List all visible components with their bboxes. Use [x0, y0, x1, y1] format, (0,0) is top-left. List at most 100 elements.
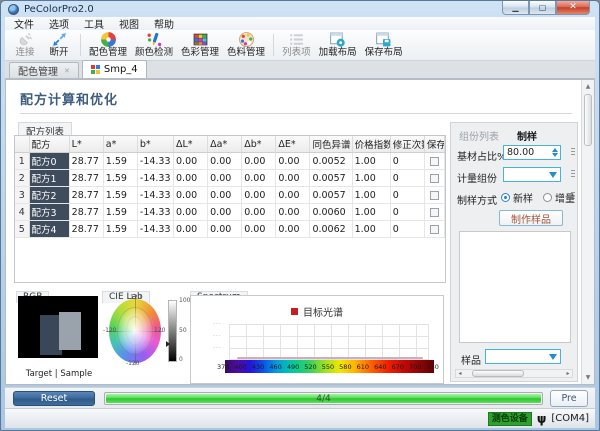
wavelength-tick-label: 730: [426, 363, 438, 371]
cell-corrections: 0: [390, 221, 424, 238]
toolbar-button-label: 色料管理: [227, 48, 265, 58]
lightness-tick-100: 100: [179, 297, 190, 304]
wavelength-tick-label: 520: [304, 363, 316, 371]
component-label: 计量组份: [457, 170, 497, 185]
tab-component-list[interactable]: 组份列表: [459, 128, 499, 143]
recipe-name-cell[interactable]: 配方2: [29, 187, 69, 204]
radio-label: 新样: [513, 190, 533, 205]
make-sample-button[interactable]: 制作样品: [499, 210, 563, 226]
clipped-text-fragment: [571, 192, 575, 200]
tab-color-match[interactable]: 配色管理✕: [9, 62, 79, 78]
cell-corrections: 0: [390, 153, 424, 170]
wavelength-tick-label: 610: [357, 363, 369, 371]
toolbar-button-color-manage[interactable]: 色彩管理: [177, 31, 223, 59]
menu-item-4[interactable]: 帮助: [154, 16, 174, 31]
recipe-name-cell[interactable]: 配方4: [29, 221, 69, 238]
toolbar-button-pigment-manage[interactable]: 色料管理: [223, 31, 269, 59]
toolbar-button-save-layout[interactable]: 保存布局: [361, 31, 407, 59]
save-layout-icon: [375, 31, 392, 48]
cell-price: 1.00: [352, 187, 390, 204]
palette-icon: [238, 31, 255, 48]
header-8: 同色异谱: [310, 136, 352, 153]
cell-a: 1.59: [103, 204, 137, 221]
cell-b: -14.33: [137, 153, 173, 170]
toolbar-button-color-detect[interactable]: 颜色检测: [131, 31, 177, 59]
save-checkbox[interactable]: [430, 225, 439, 234]
mode-radio-0[interactable]: 新样: [501, 190, 533, 205]
recipe-name-cell[interactable]: 配方0: [29, 153, 69, 170]
menu-item-0[interactable]: 文件: [14, 16, 34, 31]
reset-button[interactable]: Reset: [13, 391, 95, 406]
horizontal-scrollbar[interactable]: ◂ ▸: [455, 369, 573, 378]
header-3: b*: [137, 136, 173, 153]
cell-dE: 0.00: [276, 170, 310, 187]
legend-label: 目标光谱: [303, 304, 343, 319]
scrollbar-thumb[interactable]: [472, 370, 524, 377]
save-checkbox[interactable]: [430, 208, 439, 217]
recipe-table: 配方L*a*b*ΔL*Δa*Δb*ΔE*同色异谱价格指数修正次数保存1配方028…: [14, 135, 446, 283]
table-row[interactable]: 2配方128.771.59-14.330.000.000.000.000.005…: [15, 170, 445, 187]
table-row[interactable]: 4配方328.771.59-14.330.000.000.000.000.006…: [15, 204, 445, 221]
legend-marker-icon: [291, 308, 298, 315]
menu-item-3[interactable]: 视图: [119, 16, 139, 31]
spinner-arrows-icon[interactable]: [552, 148, 560, 157]
menu-item-2[interactable]: 工具: [84, 16, 104, 31]
toolbar-button-label: 列表项: [282, 48, 311, 58]
vertical-scrollbar[interactable]: ▲ ▼: [581, 80, 594, 384]
cell-da: 0.00: [208, 153, 242, 170]
cell-metamerism: 0.0057: [310, 170, 352, 187]
close-button[interactable]: ✕: [556, 1, 590, 15]
lightness-marker: [166, 341, 170, 347]
header-0: 配方: [29, 136, 69, 153]
close-tab-icon[interactable]: ✕: [64, 67, 70, 75]
scroll-left-icon[interactable]: ◂: [456, 370, 464, 377]
cell-save: [424, 153, 444, 170]
toolbar-button-label: 颜色检测: [135, 48, 173, 58]
base-ratio-spinner[interactable]: 80.00: [503, 145, 561, 160]
cell-da: 0.00: [208, 170, 242, 187]
chevron-down-icon: [549, 172, 557, 178]
cell-price: 1.00: [352, 153, 390, 170]
recipe-name-cell[interactable]: 配方3: [29, 204, 69, 221]
target-spectrum-curve: [237, 357, 423, 359]
device-status-badge: 测色设备: [488, 412, 532, 426]
toolbar-button-load-layout[interactable]: 加载布局: [315, 31, 361, 59]
table-row[interactable]: 1配方028.771.59-14.330.000.000.000.000.005…: [15, 153, 445, 170]
cell-L: 28.77: [69, 204, 103, 221]
cell-db: 0.00: [242, 153, 276, 170]
y-axis-tick: ···: [213, 321, 222, 328]
scroll-up-icon[interactable]: ▲: [582, 83, 594, 90]
cell-da: 0.00: [208, 187, 242, 204]
component-list-box[interactable]: [459, 231, 571, 343]
y-axis-tick: ···: [213, 333, 222, 340]
component-dropdown[interactable]: [503, 167, 561, 182]
minimize-button[interactable]: ▁: [502, 1, 529, 15]
menu-item-1[interactable]: 选项: [49, 16, 69, 31]
rgb-caption: Target | Sample: [16, 369, 102, 379]
scroll-right-icon[interactable]: ▸: [564, 370, 572, 377]
lab-axis-right-label: 120: [154, 327, 165, 334]
tab-label: Smp_4: [104, 64, 138, 75]
maximize-button[interactable]: ▢: [529, 1, 556, 15]
cell-corrections: 0: [390, 187, 424, 204]
save-checkbox[interactable]: [430, 191, 439, 200]
recipe-name-cell[interactable]: 配方1: [29, 170, 69, 187]
cell-b: -14.33: [137, 204, 173, 221]
wavelength-tick-label: 430: [252, 363, 264, 371]
table-row[interactable]: 5配方428.771.59-14.330.000.000.000.000.006…: [15, 221, 445, 238]
scrollbar-thumb[interactable]: [584, 94, 592, 146]
cell-dL: 0.00: [174, 221, 208, 238]
pre-button[interactable]: Pre: [550, 390, 588, 407]
toolbar-button-color-matching[interactable]: 配色管理: [85, 31, 131, 59]
color-grid-icon: [192, 31, 209, 48]
table-row[interactable]: 3配方228.771.59-14.330.000.000.000.000.005…: [15, 187, 445, 204]
tab-make-sample[interactable]: 制样: [517, 128, 537, 143]
cell-da: 0.00: [208, 204, 242, 221]
scroll-down-icon[interactable]: ▼: [582, 374, 594, 381]
save-checkbox[interactable]: [430, 174, 439, 183]
save-checkbox[interactable]: [430, 157, 439, 166]
rgb-preview: [18, 296, 98, 358]
toolbar-button-disconnect[interactable]: 断开: [42, 31, 76, 59]
sample-dropdown[interactable]: [485, 349, 561, 364]
tab-smp4[interactable]: Smp_4: [82, 60, 147, 78]
